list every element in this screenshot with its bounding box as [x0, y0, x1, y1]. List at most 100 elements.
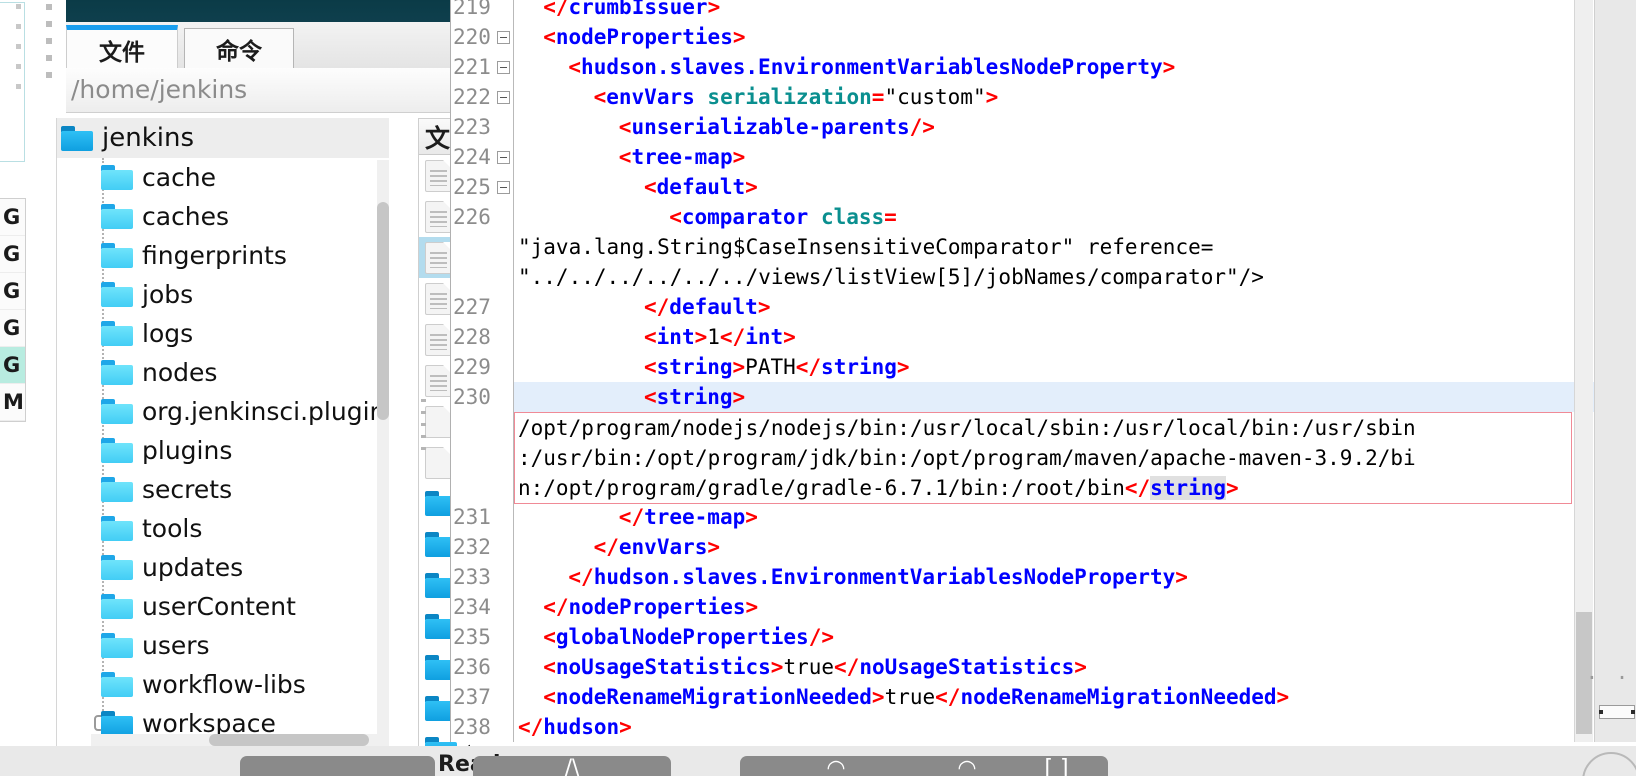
- folder-icon: [101, 438, 133, 463]
- folder-icon: [101, 399, 133, 424]
- line-number: 224: [451, 142, 513, 172]
- left-edge-strip: GGGGGM: [0, 0, 30, 440]
- line-number: 232: [453, 535, 491, 559]
- path-value-line: :/usr/bin:/opt/program/jdk/bin:/opt/prog…: [518, 446, 1416, 470]
- left-edge-list-item[interactable]: G: [0, 236, 25, 273]
- tree-item-label: cache: [142, 163, 217, 192]
- line-number: 226: [453, 205, 491, 229]
- code-line[interactable]: <string>: [514, 382, 1636, 412]
- left-edge-list-item[interactable]: G: [0, 199, 25, 236]
- code-line[interactable]: <string>PATH</string>: [514, 352, 910, 382]
- code-line[interactable]: <tree-map>: [514, 142, 745, 172]
- tree-item-nodes[interactable]: nodes: [57, 353, 389, 392]
- tree-item-caches[interactable]: caches: [57, 197, 389, 236]
- xml-code-editor[interactable]: 219 220 221 222 223 224 225 226 227 228 229 230 231 2…: [450, 0, 1636, 742]
- code-line[interactable]: </envVars>: [514, 532, 720, 562]
- window-vertical-scrollbar[interactable]: [1594, 0, 1636, 742]
- folder-icon: [101, 321, 133, 346]
- file-manager-grip[interactable]: [46, 4, 58, 89]
- line-number: 238: [453, 715, 491, 739]
- document-icon: [425, 446, 452, 479]
- tree-item-updates[interactable]: updates: [57, 548, 389, 587]
- code-line[interactable]: <envVars serialization="custom">: [514, 82, 999, 112]
- left-edge-dot-column: [16, 4, 26, 164]
- grip-dot: [16, 24, 21, 29]
- line-number: 236: [453, 655, 491, 679]
- file-manager-window: 文件 命令 /home/jenkins jenkins cache caches fi…: [30, 0, 470, 746]
- tree-item-secrets[interactable]: secrets: [57, 470, 389, 509]
- dock-item-5[interactable]: [ ]: [1005, 756, 1108, 776]
- tree-item-label: secrets: [142, 475, 233, 504]
- tab-commands[interactable]: 命令: [184, 28, 294, 70]
- dock-item-1[interactable]: [240, 756, 435, 776]
- code-line[interactable]: <comparator class=: [514, 202, 897, 232]
- path-input[interactable]: /home/jenkins: [71, 75, 247, 104]
- tree-item-cache[interactable]: cache: [57, 158, 389, 197]
- line-number: 230: [453, 385, 491, 409]
- folder-icon: [101, 204, 133, 229]
- code-line[interactable]: </hudson>: [514, 712, 632, 742]
- code-fold-icon[interactable]: [497, 91, 510, 104]
- code-line[interactable]: "java.lang.String$CaseInsensitiveCompara…: [514, 232, 1213, 262]
- path-value-highlight-box[interactable]: /opt/program/nodejs/nodejs/bin:/usr/loca…: [514, 412, 1572, 504]
- code-line[interactable]: <int>1</int>: [514, 322, 796, 352]
- code-line[interactable]: </hudson.slaves.EnvironmentVariablesNode…: [514, 562, 1188, 592]
- window-scrollbar-thumb[interactable]: [1599, 705, 1635, 719]
- folder-tree[interactable]: jenkins cache caches fingerprints jobs logs no…: [56, 118, 389, 746]
- folder-icon: [101, 711, 133, 736]
- code-line[interactable]: <hudson.slaves.EnvironmentVariablesNodeP…: [514, 52, 1175, 82]
- folder-icon: [101, 243, 133, 268]
- tree-item-jobs[interactable]: jobs: [57, 275, 389, 314]
- code-line[interactable]: "../../../../../../views/listView[5]/job…: [514, 262, 1264, 292]
- code-fold-icon[interactable]: [497, 31, 510, 44]
- taskbar: Ready /\ ◠ ◠ [ ]: [0, 746, 1636, 776]
- tree-item-org-jenkinsci-plugin[interactable]: org.jenkinsci.plugin: [57, 392, 389, 431]
- code-content-area[interactable]: </crumbIssuer> <nodeProperties> <hudson.sl…: [514, 0, 1636, 742]
- tree-item-label: jobs: [142, 280, 194, 309]
- tree-item-plugins[interactable]: plugins: [57, 431, 389, 470]
- tree-item-users[interactable]: users: [57, 626, 389, 665]
- code-fold-icon[interactable]: [497, 61, 510, 74]
- tree-item-label: users: [142, 631, 210, 660]
- resize-dots: . .: [1585, 660, 1631, 684]
- tree-item-label: org.jenkinsci.plugin: [142, 397, 386, 426]
- code-line[interactable]: </default>: [514, 292, 770, 322]
- code-line[interactable]: <default>: [514, 172, 758, 202]
- code-fold-icon[interactable]: [497, 181, 510, 194]
- line-number: 225: [451, 172, 513, 202]
- tree-item-label: jenkins: [102, 123, 195, 153]
- left-edge-list-item[interactable]: G: [0, 310, 25, 347]
- tree-vertical-scrollbar[interactable]: [377, 160, 389, 740]
- tree-scrollbar-thumb[interactable]: [377, 202, 389, 420]
- code-fold-icon[interactable]: [497, 151, 510, 164]
- path-bar[interactable]: /home/jenkins: [66, 68, 470, 113]
- tree-item-label: updates: [142, 553, 244, 582]
- code-line[interactable]: <globalNodeProperties/>: [514, 622, 834, 652]
- left-edge-list[interactable]: GGGGGM: [0, 198, 26, 422]
- code-line[interactable]: <nodeProperties>: [514, 22, 745, 52]
- code-line[interactable]: </tree-map>: [514, 502, 758, 532]
- tree-item-label: userContent: [142, 592, 296, 621]
- code-line[interactable]: </crumbIssuer>: [514, 0, 720, 22]
- left-edge-list-item[interactable]: G: [0, 347, 25, 384]
- file-list-grip[interactable]: [421, 399, 426, 479]
- tree-item-logs[interactable]: logs: [57, 314, 389, 353]
- left-edge-list-item[interactable]: M: [0, 384, 25, 421]
- tree-item-fingerprints[interactable]: fingerprints: [57, 236, 389, 275]
- tree-root-item[interactable]: jenkins: [57, 118, 389, 158]
- tree-hscrollbar-thumb[interactable]: [209, 734, 369, 746]
- tree-item-workflow-libs[interactable]: workflow-libs: [57, 665, 389, 704]
- document-icon: [425, 282, 452, 315]
- code-line[interactable]: <noUsageStatistics>true</noUsageStatisti…: [514, 652, 1087, 682]
- tab-files[interactable]: 文件: [66, 25, 178, 69]
- tree-horizontal-scrollbar[interactable]: [91, 734, 389, 746]
- code-line[interactable]: <unserializable-parents/>: [514, 112, 935, 142]
- tree-item-usercontent[interactable]: userContent: [57, 587, 389, 626]
- corner-decoration: [1576, 746, 1636, 776]
- left-edge-list-item[interactable]: G: [0, 273, 25, 310]
- dock-item-2[interactable]: /\: [473, 756, 671, 776]
- code-line[interactable]: </nodeProperties>: [514, 592, 758, 622]
- tree-item-label: plugins: [142, 436, 233, 465]
- code-line[interactable]: <nodeRenameMigrationNeeded>true</nodeRen…: [514, 682, 1289, 712]
- tree-item-tools[interactable]: tools: [57, 509, 389, 548]
